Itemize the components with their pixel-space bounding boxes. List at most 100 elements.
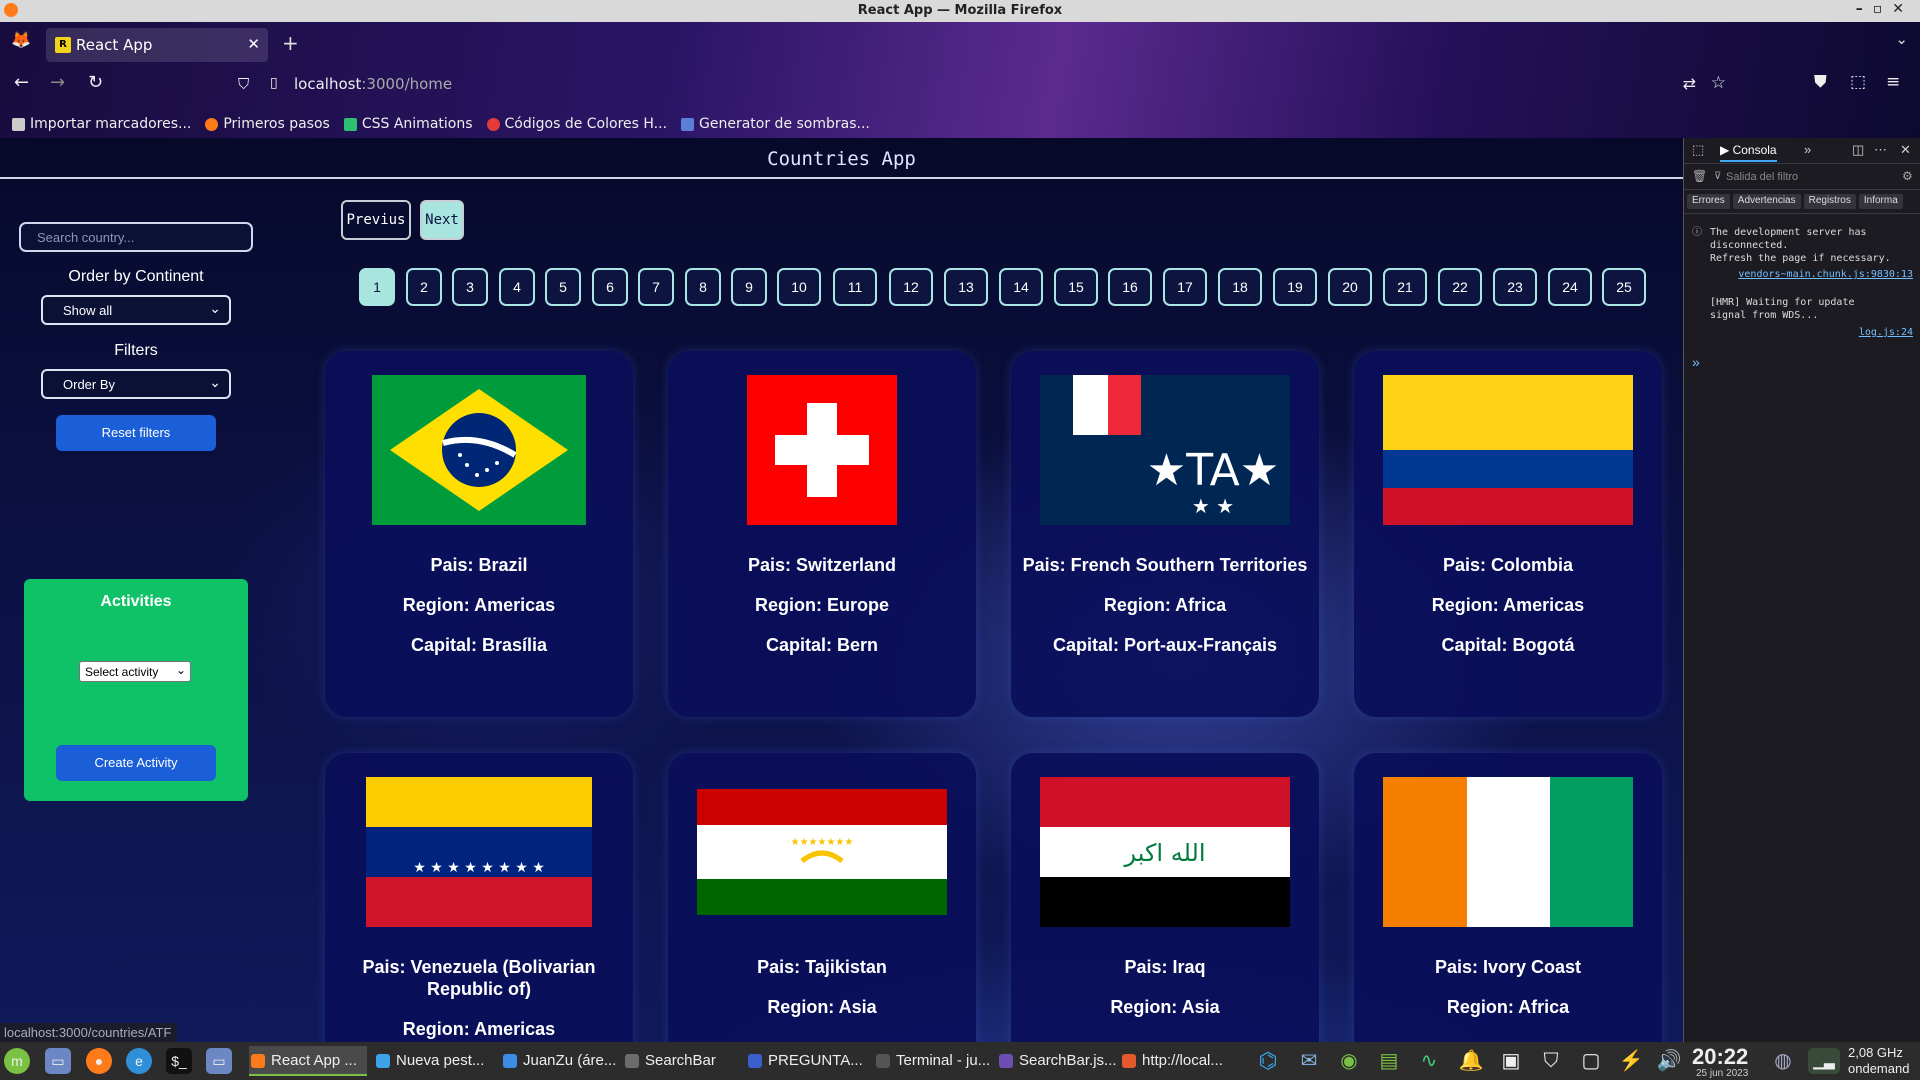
taskbar-task[interactable]: SearchBar bbox=[623, 1046, 738, 1076]
message-source-link[interactable]: vendors~main.chunk.js:9830:13 bbox=[1738, 268, 1913, 281]
order-by-select[interactable]: Order By ⌄ bbox=[41, 369, 231, 399]
page-button-10[interactable]: 10 bbox=[777, 268, 821, 306]
pocket-icon[interactable]: ⛊ bbox=[1814, 72, 1827, 92]
forward-icon[interactable]: → bbox=[50, 72, 65, 93]
bookmark-item[interactable]: Códigos de Colores H... bbox=[486, 112, 667, 136]
activity-select[interactable]: Select activity ⌄ bbox=[79, 661, 191, 682]
category-errors[interactable]: Errores bbox=[1687, 194, 1730, 209]
page-button-23[interactable]: 23 bbox=[1493, 268, 1537, 306]
back-icon[interactable]: ← bbox=[14, 72, 29, 93]
power-icon[interactable]: ⚡ bbox=[1618, 1048, 1644, 1074]
vscode-tray-icon[interactable]: ⌬ bbox=[1255, 1048, 1281, 1074]
page-button-6[interactable]: 6 bbox=[592, 268, 628, 306]
tab-console[interactable]: ▶ Consola bbox=[1720, 143, 1777, 162]
taskbar-task[interactable]: JuanZu (áre... bbox=[501, 1046, 616, 1076]
tab-list-chevron-icon[interactable]: ⌄ bbox=[1895, 30, 1908, 48]
shield-tray-icon[interactable]: ⛉ bbox=[1538, 1048, 1564, 1074]
bookmark-item[interactable]: CSS Animations bbox=[343, 112, 473, 136]
continent-select[interactable]: Show all ⌄ bbox=[41, 295, 231, 325]
country-card-french-southern-territories[interactable]: ★TA★ ★ ★ Pais: French Southern Territorie… bbox=[1011, 351, 1319, 717]
tab-react-app[interactable]: R React App ✕ bbox=[46, 28, 268, 62]
close-tab-icon[interactable]: ✕ bbox=[247, 35, 260, 53]
system-monitor-icon[interactable]: ∿ bbox=[1416, 1048, 1442, 1074]
taskbar-task[interactable]: SearchBar.js... bbox=[997, 1046, 1117, 1076]
page-button-12[interactable]: 12 bbox=[889, 268, 933, 306]
clipboard-icon[interactable]: ▣ bbox=[1498, 1048, 1524, 1074]
page-button-7[interactable]: 7 bbox=[638, 268, 674, 306]
page-icon[interactable]: ▯ bbox=[270, 75, 278, 91]
close-devtools-icon[interactable]: ✕ bbox=[1900, 142, 1911, 158]
taskbar-task[interactable]: React App ... bbox=[249, 1046, 367, 1076]
page-button-20[interactable]: 20 bbox=[1328, 268, 1372, 306]
bookmark-star-icon[interactable]: ☆ bbox=[1711, 73, 1726, 93]
page-button-19[interactable]: 19 bbox=[1273, 268, 1317, 306]
page-button-15[interactable]: 15 bbox=[1054, 268, 1098, 306]
page-button-21[interactable]: 21 bbox=[1383, 268, 1427, 306]
country-card-venezuela[interactable]: ★ ★ ★ ★ ★ ★ ★ ★ Pais: Venezuela (Bolivar… bbox=[325, 753, 633, 1042]
more-options-icon[interactable]: ⋯ bbox=[1874, 142, 1887, 158]
page-button-22[interactable]: 22 bbox=[1438, 268, 1482, 306]
shield-icon[interactable]: ⛉ bbox=[238, 75, 249, 93]
country-card-switzerland[interactable]: Pais: Switzerland Region: Europe Capital… bbox=[668, 351, 976, 717]
new-tab-icon[interactable]: + bbox=[282, 31, 299, 55]
previous-button[interactable]: Previus bbox=[341, 200, 411, 240]
create-activity-button[interactable]: Create Activity bbox=[56, 745, 216, 781]
page-button-4[interactable]: 4 bbox=[499, 268, 535, 306]
reload-icon[interactable]: ↻ bbox=[88, 72, 103, 93]
mint-menu-icon[interactable]: m bbox=[4, 1048, 30, 1074]
page-button-17[interactable]: 17 bbox=[1163, 268, 1207, 306]
window-controls[interactable]: –▫✕ bbox=[1856, 1, 1914, 17]
steam-icon[interactable]: ◍ bbox=[1770, 1048, 1796, 1074]
next-button[interactable]: Next bbox=[420, 200, 464, 240]
translate-icon[interactable]: ⇄ bbox=[1683, 74, 1696, 93]
taskbar-task[interactable]: PREGUNTA... bbox=[746, 1046, 866, 1076]
page-button-5[interactable]: 5 bbox=[545, 268, 581, 306]
page-button-3[interactable]: 3 bbox=[452, 268, 488, 306]
taskbar-task[interactable]: Terminal - ju... bbox=[874, 1046, 990, 1076]
taskbar-task[interactable]: http://local... bbox=[1120, 1046, 1240, 1076]
page-button-11[interactable]: 11 bbox=[833, 268, 877, 306]
element-picker-icon[interactable]: ⬚ bbox=[1692, 142, 1704, 158]
page-button-25[interactable]: 25 bbox=[1602, 268, 1646, 306]
page-button-14[interactable]: 14 bbox=[999, 268, 1043, 306]
volume-icon[interactable]: 🔊 bbox=[1656, 1048, 1682, 1074]
page-button-18[interactable]: 18 bbox=[1218, 268, 1262, 306]
category-warnings[interactable]: Advertencias bbox=[1732, 194, 1801, 209]
taskbar-task[interactable]: Nueva pest... bbox=[374, 1046, 494, 1076]
firefox-menu-icon[interactable]: 🦊 bbox=[11, 30, 31, 49]
gear-icon[interactable]: ⚙ bbox=[1902, 169, 1913, 183]
country-card-tajikistan[interactable]: ★★★★★★★ Pais: Tajikistan Region: Asia bbox=[668, 753, 976, 1042]
country-card-ivory-coast[interactable]: Pais: Ivory Coast Region: Africa bbox=[1354, 753, 1662, 1042]
bookmark-item[interactable]: Importar marcadores... bbox=[12, 112, 191, 136]
reset-filters-button[interactable]: Reset filters bbox=[56, 415, 216, 451]
bookmark-item[interactable]: Generator de sombras... bbox=[681, 112, 870, 136]
notifications-icon[interactable]: 🔔 bbox=[1458, 1048, 1484, 1074]
page-button-2[interactable]: 2 bbox=[406, 268, 442, 306]
clock-time[interactable]: 20:22 bbox=[1692, 1044, 1748, 1070]
console-prompt-icon[interactable]: » bbox=[1692, 354, 1700, 370]
country-card-iraq[interactable]: الله اكبر Pais: Iraq Region: Asia bbox=[1011, 753, 1319, 1042]
files-launcher-icon[interactable]: ▭ bbox=[206, 1048, 232, 1074]
network-icon[interactable]: ◉ bbox=[1336, 1048, 1362, 1074]
page-button-24[interactable]: 24 bbox=[1548, 268, 1592, 306]
window-tray-icon[interactable]: ▢ bbox=[1578, 1048, 1604, 1074]
page-button-8[interactable]: 8 bbox=[685, 268, 721, 306]
message-source-link[interactable]: log.js:24 bbox=[1859, 326, 1913, 339]
page-button-9[interactable]: 9 bbox=[731, 268, 767, 306]
country-card-brazil[interactable]: Pais: Brazil Region: Americas Capital: B… bbox=[325, 351, 633, 717]
terminal-launcher-icon[interactable]: $_ bbox=[166, 1048, 192, 1074]
url-bar[interactable]: ⛉ ▯ localhost:3000/home ⇄ ☆ bbox=[226, 70, 1726, 100]
hamburger-menu-icon[interactable]: ≡ bbox=[1886, 72, 1900, 92]
update-icon[interactable]: ▤ bbox=[1376, 1048, 1402, 1074]
search-country-input[interactable] bbox=[19, 222, 253, 252]
show-desktop-icon[interactable]: ▭ bbox=[45, 1048, 71, 1074]
trash-icon[interactable]: 🗑 bbox=[1692, 169, 1707, 183]
extensions-icon[interactable]: ⬚ bbox=[1850, 72, 1866, 92]
more-tabs-icon[interactable]: » bbox=[1804, 142, 1811, 157]
mail-icon[interactable]: ✉ bbox=[1296, 1048, 1322, 1074]
edge-launcher-icon[interactable]: e bbox=[126, 1048, 152, 1074]
firefox-launcher-icon[interactable]: ● bbox=[86, 1048, 112, 1074]
page-button-16[interactable]: 16 bbox=[1108, 268, 1152, 306]
category-info[interactable]: Informa bbox=[1858, 194, 1903, 209]
page-button-13[interactable]: 13 bbox=[944, 268, 988, 306]
